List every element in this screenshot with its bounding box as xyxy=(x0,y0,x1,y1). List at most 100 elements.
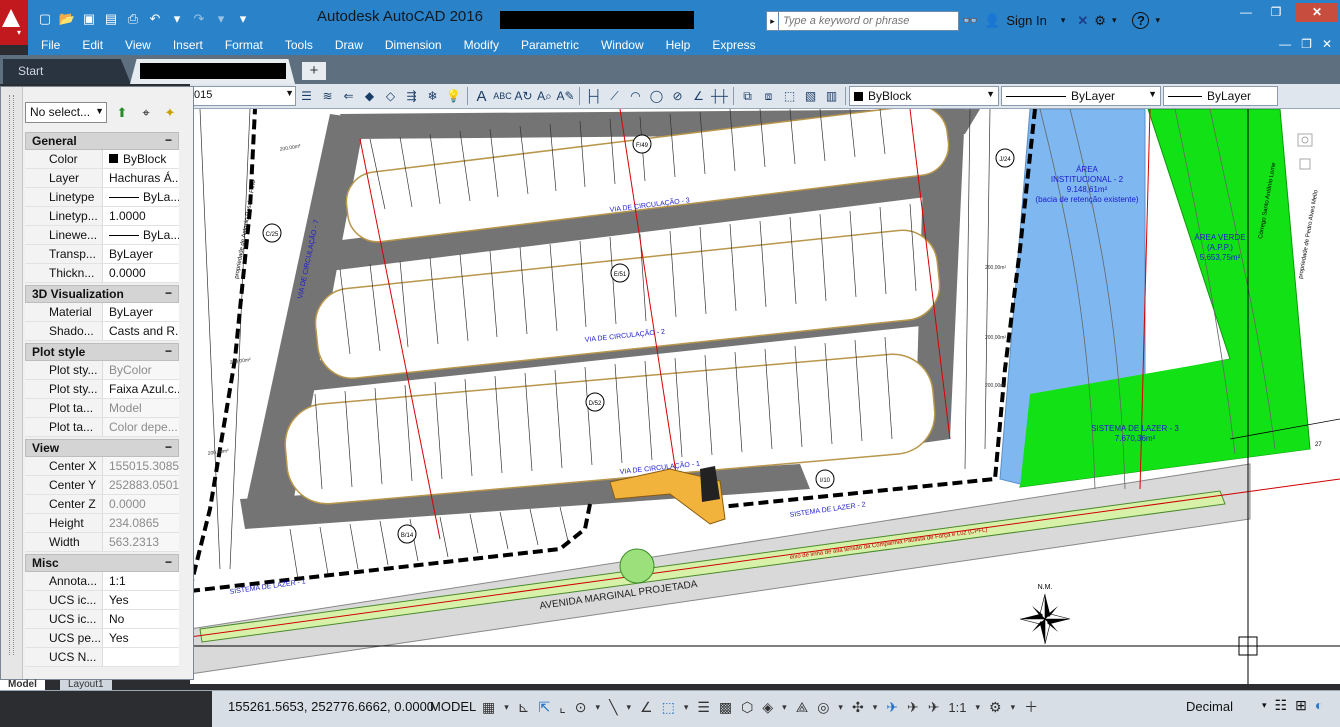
menu-parametric[interactable]: Parametric xyxy=(510,38,590,52)
auto-scale-icon[interactable]: ✈ xyxy=(907,699,919,716)
property-value[interactable]: ByBlock xyxy=(103,150,179,168)
user-icon[interactable]: 👤 xyxy=(984,13,1000,29)
property-value[interactable]: 1.0000 xyxy=(103,207,179,225)
menu-file[interactable]: File xyxy=(28,38,71,52)
snap-dropdown-icon[interactable]: ▾ xyxy=(504,702,509,713)
dynamic-input-icon[interactable]: ⇱ xyxy=(539,699,551,716)
group-select-icon[interactable]: ▧ xyxy=(801,87,820,106)
layer-previous-icon[interactable]: ⇐ xyxy=(339,87,358,106)
dim-angular-icon[interactable]: ∠ xyxy=(689,87,708,106)
section-header-general[interactable]: General − xyxy=(25,132,179,150)
search-input[interactable] xyxy=(779,11,959,31)
3d-osnap-dropdown-icon[interactable]: ▾ xyxy=(782,702,787,713)
dim-aligned-icon[interactable]: ⟋ xyxy=(605,87,624,106)
layer-properties-icon[interactable]: ☰ xyxy=(297,87,316,106)
text-edit-icon[interactable]: A↻ xyxy=(514,87,533,106)
palette-scrollbar[interactable] xyxy=(181,130,191,670)
group-bound-icon[interactable]: ▥ xyxy=(822,87,841,106)
property-row[interactable]: Plot sty... Faixa Azul.c... xyxy=(25,380,179,399)
save-as-icon[interactable]: ▤ xyxy=(101,10,121,28)
annotation-scale-value[interactable]: 1:1 xyxy=(948,700,966,715)
property-row[interactable]: UCS pe... Yes xyxy=(25,629,179,648)
open-file-icon[interactable]: 📂 xyxy=(57,10,77,28)
spell-check-icon[interactable]: ABC xyxy=(493,87,512,106)
lock-ui-icon[interactable]: ⊞ xyxy=(1295,697,1307,714)
property-row[interactable]: Layer Hachuras Á... xyxy=(25,169,179,188)
dim-continue-icon[interactable]: ┼┼ xyxy=(710,87,729,106)
close-icon[interactable]: ✕ xyxy=(1296,3,1338,22)
property-row[interactable]: Material ByLayer xyxy=(25,303,179,322)
help-icon[interactable]: ? xyxy=(1132,12,1150,29)
ortho-icon[interactable]: ⌞ xyxy=(559,699,566,716)
annotation-visibility-icon[interactable]: ✈ xyxy=(886,699,898,716)
model-space-button[interactable]: MODEL xyxy=(430,699,476,714)
lineweight-icon[interactable]: ☰ xyxy=(697,699,710,716)
text-style-icon[interactable]: A✎ xyxy=(556,87,575,106)
menu-dimension[interactable]: Dimension xyxy=(374,38,453,52)
property-row[interactable]: Center Y 252883.0501 xyxy=(25,476,179,495)
undo-icon[interactable]: ↶ xyxy=(145,10,165,28)
tab-start[interactable]: Start xyxy=(3,59,131,84)
property-value[interactable]: Yes xyxy=(103,629,179,647)
property-value[interactable]: Casts and R... xyxy=(103,322,179,340)
property-value[interactable]: ByLayer xyxy=(103,245,179,263)
search-expand-icon[interactable]: ▸ xyxy=(766,11,779,31)
exchange-apps-icon[interactable]: ✕ xyxy=(1077,13,1088,29)
property-row[interactable]: Linetyp... 1.0000 xyxy=(25,207,179,226)
selection-cycling-icon[interactable]: ⬡ xyxy=(741,699,753,716)
dim-diameter-icon[interactable]: ⊘ xyxy=(668,87,687,106)
property-row[interactable]: Shado... Casts and R... xyxy=(25,322,179,341)
property-row[interactable]: Linewe... ByLa... xyxy=(25,226,179,245)
selection-filter-icon[interactable]: ◎ xyxy=(817,699,829,716)
property-value[interactable] xyxy=(103,648,179,666)
property-row[interactable]: UCS ic... No xyxy=(25,610,179,629)
group-edit-icon[interactable]: ⬚ xyxy=(780,87,799,106)
units-display[interactable]: Decimal xyxy=(1186,699,1233,714)
menu-help[interactable]: Help xyxy=(655,38,702,52)
property-value[interactable]: ByLa... xyxy=(103,226,179,244)
workspace-gear-icon[interactable]: ⚙ xyxy=(989,699,1002,716)
text-icon[interactable]: A xyxy=(472,87,491,106)
grid-icon[interactable]: ▦ xyxy=(482,699,495,716)
palette-title-strip[interactable] xyxy=(1,87,23,679)
property-row[interactable]: Plot ta... Model xyxy=(25,399,179,418)
menu-express[interactable]: Express xyxy=(701,38,766,52)
property-row[interactable]: UCS ic... Yes xyxy=(25,591,179,610)
lineweight-combo[interactable]: ByLayer xyxy=(1163,86,1278,106)
units-dropdown-icon[interactable]: ▾ xyxy=(1262,700,1267,714)
color-combo[interactable]: ByBlock ▼ xyxy=(849,86,999,106)
doc-minimize-icon[interactable]: — xyxy=(1279,37,1291,51)
layer-combo[interactable]: 015 ▼ xyxy=(190,86,296,106)
sign-in-button[interactable]: Sign In xyxy=(1006,13,1046,28)
collapse-icon[interactable]: − xyxy=(165,555,172,569)
collapse-icon[interactable]: − xyxy=(165,344,172,358)
property-value[interactable]: No xyxy=(103,610,179,628)
viewcube-icon[interactable] xyxy=(1290,119,1320,179)
layer-states-icon[interactable]: ≋ xyxy=(318,87,337,106)
cursor-coordinates[interactable]: 155261.5653, 252776.6662, 0.0000 xyxy=(228,699,434,714)
property-value[interactable]: Yes xyxy=(103,591,179,609)
menu-tools[interactable]: Tools xyxy=(274,38,324,52)
isodraft-icon[interactable]: ╲ xyxy=(609,699,617,716)
quick-select-icon[interactable]: ✦ xyxy=(161,104,179,122)
plot-icon[interactable]: ⎙ xyxy=(123,10,143,28)
section-header-misc[interactable]: Misc − xyxy=(25,554,179,572)
annotation-monitor-icon[interactable]: ＋ xyxy=(1024,697,1038,717)
collapse-icon[interactable]: − xyxy=(165,286,172,300)
menu-format[interactable]: Format xyxy=(214,38,274,52)
a360-icon[interactable]: ⚙ xyxy=(1094,13,1106,29)
3d-osnap-icon[interactable]: ◈ xyxy=(762,699,773,716)
polar-tracking-icon[interactable]: ⊙ xyxy=(575,699,587,716)
binoculars-icon[interactable]: 👓 xyxy=(962,13,978,29)
layer-isolate-icon[interactable]: ◆ xyxy=(360,87,379,106)
tab-current-drawing[interactable] xyxy=(130,59,295,84)
redo-dropdown-icon[interactable]: ▾ xyxy=(211,10,231,28)
property-row[interactable]: Plot sty... ByColor xyxy=(25,361,179,380)
property-row[interactable]: Linetype ByLa... xyxy=(25,188,179,207)
menu-draw[interactable]: Draw xyxy=(324,38,374,52)
toggle-pickadd-icon[interactable]: ⬆ xyxy=(113,104,131,122)
dim-radius-icon[interactable]: ◯ xyxy=(647,87,666,106)
gizmo-dropdown-icon[interactable]: ▾ xyxy=(873,702,878,713)
tab-layout1[interactable]: Layout1 xyxy=(60,680,112,690)
layer-match-icon[interactable]: ⇶ xyxy=(402,87,421,106)
